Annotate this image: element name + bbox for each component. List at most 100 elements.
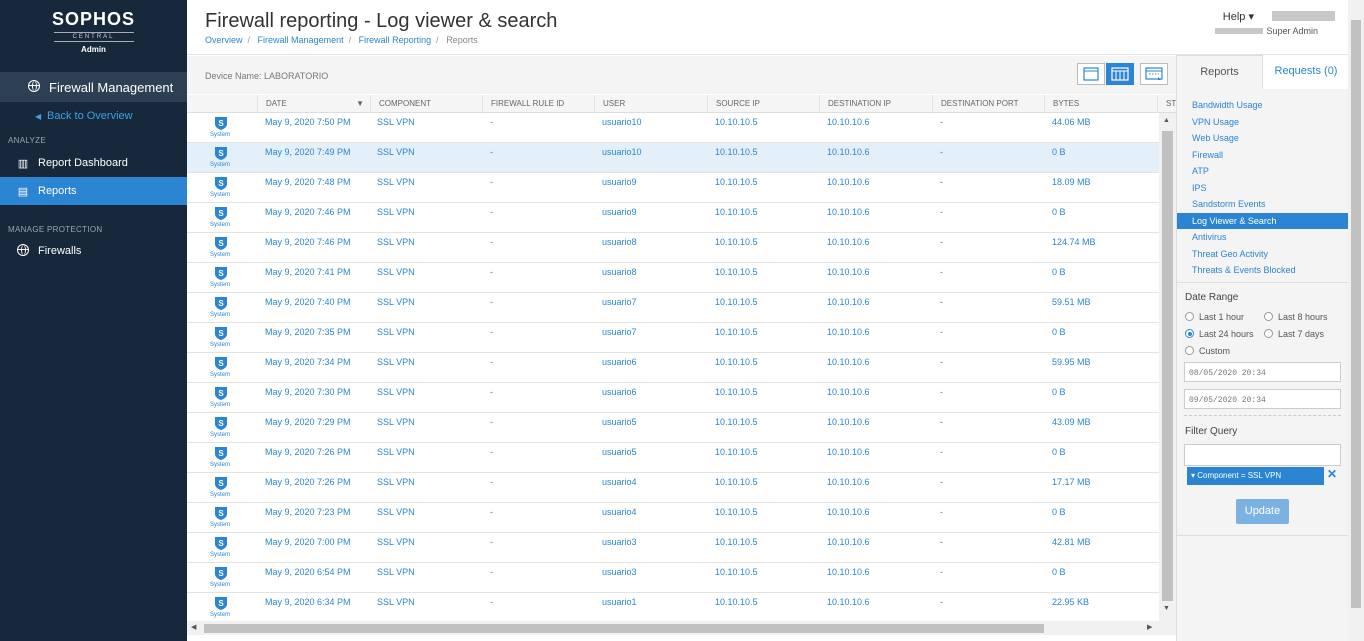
help-menu[interactable]: Help ▾	[1223, 10, 1254, 23]
cell-date[interactable]: May 9, 2020 7:41 PM	[265, 267, 351, 277]
radio-last-8-hours[interactable]: Last 8 hours	[1264, 312, 1328, 322]
table-row[interactable]: S System May 9, 2020 7:46 PM SSL VPN - usuari…	[187, 233, 1159, 263]
filter-chip[interactable]: ▾ Component = SSL VPN	[1187, 467, 1324, 485]
report-link-log-viewer[interactable]: Log Viewer & Search	[1177, 212, 1349, 229]
update-button[interactable]: Update	[1236, 499, 1289, 524]
col-status[interactable]: ST	[1157, 95, 1176, 113]
cell-user[interactable]: usuario9	[602, 207, 637, 217]
col-bytes[interactable]: BYTES	[1044, 95, 1157, 113]
table-row[interactable]: S System May 9, 2020 7:49 PM SSL VPN - usuari…	[187, 143, 1159, 173]
filter-query-input[interactable]	[1184, 444, 1341, 466]
cell-user[interactable]: usuario10	[602, 117, 642, 127]
sidebar-item-reports[interactable]: ▤ Reports	[0, 177, 187, 205]
single-view-button[interactable]	[1077, 63, 1105, 85]
report-link-firewall[interactable]: Firewall	[1177, 147, 1349, 164]
cell-user[interactable]: usuario5	[602, 417, 637, 427]
to-date-input[interactable]: 09/05/2020 20:34	[1184, 389, 1341, 409]
col-component[interactable]: COMPONENT	[370, 95, 482, 113]
tab-requests[interactable]: Requests (0)	[1263, 55, 1349, 89]
cell-date[interactable]: May 9, 2020 6:34 PM	[265, 597, 351, 607]
schedule-view-button[interactable]	[1140, 63, 1168, 85]
col-destination-port[interactable]: DESTINATION PORT	[932, 95, 1044, 113]
table-row[interactable]: S System May 9, 2020 7:35 PM SSL VPN - usuari…	[187, 323, 1159, 353]
from-date-input[interactable]: 08/05/2020 20:34	[1184, 362, 1341, 382]
cell-date[interactable]: May 9, 2020 7:00 PM	[265, 537, 351, 547]
radio-last-7-days[interactable]: Last 7 days	[1264, 329, 1324, 339]
cell-user[interactable]: usuario3	[602, 567, 637, 577]
cell-date[interactable]: May 9, 2020 7:50 PM	[265, 117, 351, 127]
table-row[interactable]: S System May 9, 2020 7:50 PM SSL VPN - usuari…	[187, 113, 1159, 143]
table-row[interactable]: S System May 9, 2020 6:54 PM SSL VPN - usuari…	[187, 563, 1159, 593]
tab-reports[interactable]: Reports	[1177, 55, 1263, 89]
cell-user[interactable]: usuario6	[602, 387, 637, 397]
table-row[interactable]: S System May 9, 2020 6:34 PM SSL VPN - usuari…	[187, 593, 1159, 621]
cell-user[interactable]: usuario6	[602, 357, 637, 367]
report-link-ips[interactable]: IPS	[1177, 180, 1349, 197]
radio-last-1-hour[interactable]: Last 1 hour	[1185, 312, 1244, 322]
cell-user[interactable]: usuario7	[602, 327, 637, 337]
cell-date[interactable]: May 9, 2020 7:40 PM	[265, 297, 351, 307]
cell-user[interactable]: usuario1	[602, 597, 637, 607]
scroll-up-icon[interactable]: ▲	[1163, 117, 1170, 124]
table-view-button[interactable]	[1106, 63, 1134, 85]
horizontal-scroll-thumb[interactable]	[204, 624, 1044, 633]
cell-date[interactable]: May 9, 2020 7:29 PM	[265, 417, 351, 427]
table-row[interactable]: S System May 9, 2020 7:30 PM SSL VPN - usuari…	[187, 383, 1159, 413]
col-destination-ip[interactable]: DESTINATION IP	[819, 95, 932, 113]
col-source-ip[interactable]: SOURCE IP	[707, 95, 819, 113]
cell-user[interactable]: usuario8	[602, 267, 637, 277]
col-user[interactable]: USER	[594, 95, 707, 113]
sidebar-item-firewalls[interactable]: Firewalls	[0, 237, 187, 265]
cell-date[interactable]: May 9, 2020 7:26 PM	[265, 447, 351, 457]
report-link-web-usage[interactable]: Web Usage	[1177, 130, 1349, 147]
table-row[interactable]: S System May 9, 2020 7:23 PM SSL VPN - usuari…	[187, 503, 1159, 533]
cell-date[interactable]: May 9, 2020 7:35 PM	[265, 327, 351, 337]
table-row[interactable]: S System May 9, 2020 7:00 PM SSL VPN - usuari…	[187, 533, 1159, 563]
cell-user[interactable]: usuario8	[602, 237, 637, 247]
back-to-overview-link[interactable]: Back to Overview	[35, 110, 133, 122]
cell-date[interactable]: May 9, 2020 7:23 PM	[265, 507, 351, 517]
table-row[interactable]: S System May 9, 2020 7:48 PM SSL VPN - usuari…	[187, 173, 1159, 203]
crumb-firewall-management[interactable]: Firewall Management	[258, 35, 344, 45]
report-link-antivirus[interactable]: Antivirus	[1177, 229, 1349, 246]
cell-date[interactable]: May 9, 2020 7:46 PM	[265, 237, 351, 247]
cell-date[interactable]: May 9, 2020 7:26 PM	[265, 477, 351, 487]
report-link-bandwidth-usage[interactable]: Bandwidth Usage	[1177, 97, 1349, 114]
crumb-firewall-reporting[interactable]: Firewall Reporting	[359, 35, 432, 45]
table-row[interactable]: S System May 9, 2020 7:34 PM SSL VPN - usuari…	[187, 353, 1159, 383]
cell-user[interactable]: usuario7	[602, 297, 637, 307]
radio-custom[interactable]: Custom	[1185, 346, 1230, 356]
report-link-vpn-usage[interactable]: VPN Usage	[1177, 114, 1349, 131]
cell-date[interactable]: May 9, 2020 7:49 PM	[265, 147, 351, 157]
vertical-scrollbar[interactable]: ▲ ▼	[1159, 113, 1176, 621]
report-link-sandstorm-events[interactable]: Sandstorm Events	[1177, 196, 1349, 213]
cell-user[interactable]: usuario3	[602, 537, 637, 547]
page-scroll-thumb[interactable]	[1351, 20, 1361, 608]
page-scrollbar[interactable]	[1348, 0, 1364, 641]
cell-user[interactable]: usuario4	[602, 507, 637, 517]
cell-date[interactable]: May 9, 2020 7:48 PM	[265, 177, 351, 187]
table-row[interactable]: S System May 9, 2020 7:26 PM SSL VPN - usuari…	[187, 473, 1159, 503]
report-link-threats-blocked[interactable]: Threats & Events Blocked	[1177, 262, 1349, 279]
sophos-logo[interactable]: SOPHOS CENTRAL Admin	[0, 0, 187, 60]
table-row[interactable]: S System May 9, 2020 7:40 PM SSL VPN - usuari…	[187, 293, 1159, 323]
col-firewall-rule-id[interactable]: FIREWALL RULE ID	[482, 95, 594, 113]
scroll-right-icon[interactable]: ▶	[1147, 623, 1152, 631]
cell-date[interactable]: May 9, 2020 6:54 PM	[265, 567, 351, 577]
sidebar-item-report-dashboard[interactable]: ▥ Report Dashboard	[0, 149, 187, 177]
col-date[interactable]: DATE ▼	[257, 95, 370, 113]
crumb-overview[interactable]: Overview	[205, 35, 243, 45]
report-link-threat-geo[interactable]: Threat Geo Activity	[1177, 246, 1349, 263]
table-row[interactable]: S System May 9, 2020 7:29 PM SSL VPN - usuari…	[187, 413, 1159, 443]
cell-date[interactable]: May 9, 2020 7:30 PM	[265, 387, 351, 397]
radio-last-24-hours[interactable]: Last 24 hours	[1185, 329, 1254, 339]
scroll-left-icon[interactable]: ◀	[191, 623, 196, 631]
cell-date[interactable]: May 9, 2020 7:46 PM	[265, 207, 351, 217]
table-row[interactable]: S System May 9, 2020 7:41 PM SSL VPN - usuari…	[187, 263, 1159, 293]
horizontal-scrollbar[interactable]: ◀ ▶	[187, 621, 1176, 635]
cell-user[interactable]: usuario10	[602, 147, 642, 157]
table-row[interactable]: S System May 9, 2020 7:46 PM SSL VPN - usuari…	[187, 203, 1159, 233]
cell-date[interactable]: May 9, 2020 7:34 PM	[265, 357, 351, 367]
report-link-atp[interactable]: ATP	[1177, 163, 1349, 180]
table-row[interactable]: S System May 9, 2020 7:26 PM SSL VPN - usuari…	[187, 443, 1159, 473]
